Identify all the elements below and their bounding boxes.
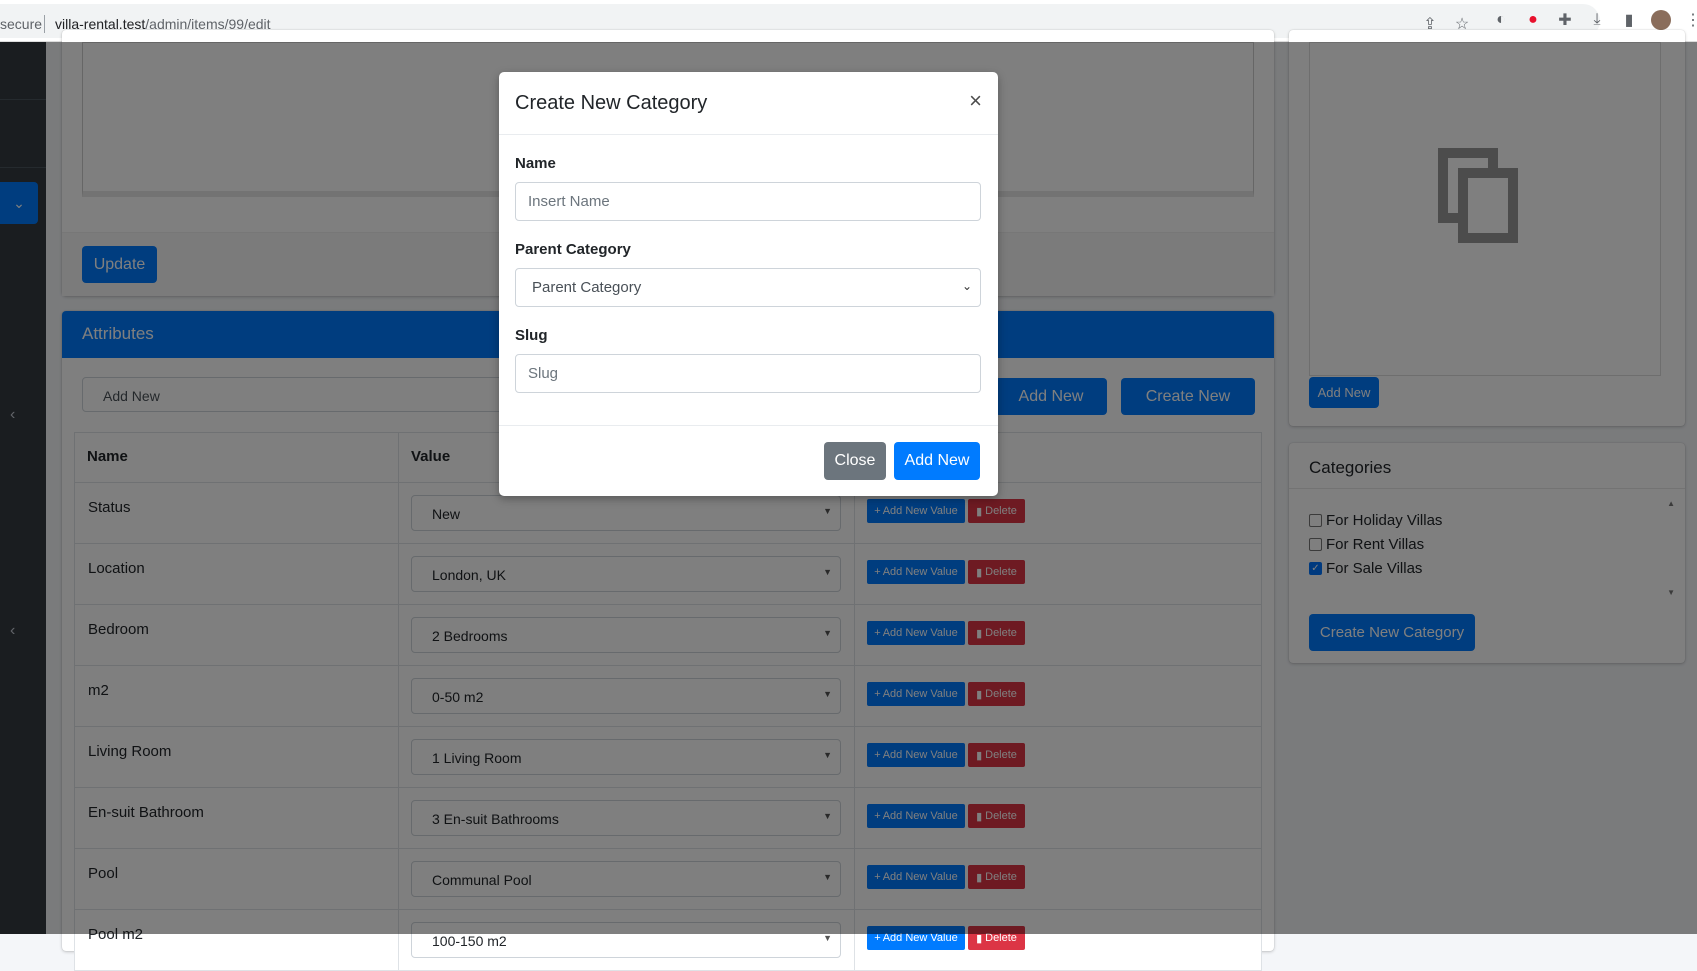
attribute-value: 100-150 m2: [432, 933, 507, 949]
close-icon[interactable]: ×: [969, 88, 982, 114]
slug-label: Slug: [515, 327, 548, 344]
download-icon[interactable]: ⤓: [1587, 10, 1607, 30]
security-label: secure: [0, 16, 43, 32]
modal-header-divider: [499, 134, 998, 135]
address-divider: [44, 15, 45, 33]
chevron-down-icon: ▼: [823, 933, 832, 943]
opera-extension-icon[interactable]: ●: [1523, 10, 1543, 30]
parent-category-label: Parent Category: [515, 241, 631, 258]
menu-kebab-icon[interactable]: ⋮: [1683, 10, 1697, 30]
category-name-input[interactable]: Insert Name: [515, 182, 981, 221]
profile-avatar[interactable]: [1651, 10, 1671, 30]
chevron-down-icon: ⌄: [961, 279, 972, 293]
modal-footer-divider: [499, 425, 998, 426]
add-new-category-button[interactable]: Add New: [894, 442, 980, 480]
create-category-modal: Create New Category × Name Insert Name P…: [499, 72, 998, 496]
parent-category-select[interactable]: Parent Category ⌄: [515, 268, 981, 307]
extension-mouse-icon[interactable]: ◐: [1491, 10, 1511, 30]
puzzle-extensions-icon[interactable]: ✚: [1555, 10, 1575, 30]
name-label: Name: [515, 155, 556, 172]
close-button[interactable]: Close: [824, 442, 886, 480]
slug-input[interactable]: Slug: [515, 354, 981, 393]
modal-title: Create New Category: [515, 92, 708, 114]
side-panel-icon[interactable]: ▮: [1619, 10, 1639, 30]
parent-category-selected: Parent Category: [532, 279, 642, 296]
